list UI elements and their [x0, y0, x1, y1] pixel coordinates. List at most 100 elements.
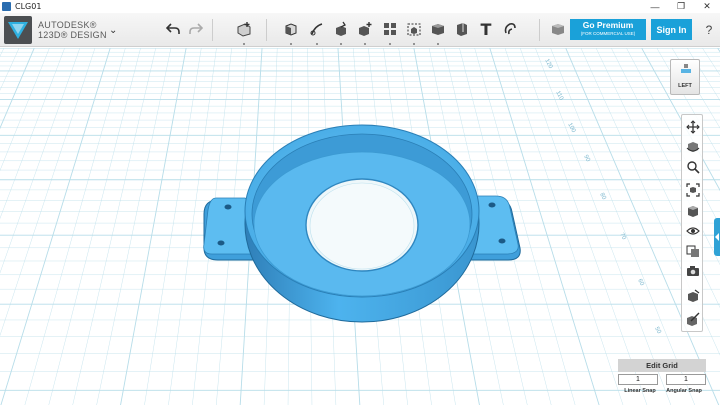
app-icon [2, 2, 11, 11]
sign-in-button[interactable]: Sign In [651, 19, 692, 40]
pan-icon [685, 119, 700, 134]
brand[interactable]: AUTODESK® 123D® DESIGN [4, 16, 107, 44]
toolbar-separator [266, 19, 267, 41]
pan-button[interactable] [684, 118, 701, 135]
restore-button[interactable]: ❐ [668, 0, 694, 13]
app-window: CLG01 — ❐ ✕ AUTODESK® 123D® DESIGN ⌄ T G… [0, 0, 720, 405]
brand-line2: 123D® DESIGN [38, 30, 107, 40]
submenu-dot [340, 43, 342, 45]
minimize-button[interactable]: — [642, 0, 668, 13]
measure-nav-button[interactable] [684, 287, 701, 304]
measure-button[interactable] [452, 19, 472, 39]
redo-icon [189, 23, 203, 34]
materials-brush-button[interactable] [684, 310, 701, 327]
text-button[interactable]: T [476, 19, 496, 39]
toolbar-separator [539, 19, 540, 41]
window-title: CLG01 [15, 2, 42, 11]
linear-snap-input[interactable] [618, 374, 658, 385]
pattern-button[interactable] [380, 19, 400, 45]
primitives-icon [285, 23, 297, 36]
text-icon: T [480, 19, 492, 39]
home-view-icon[interactable] [679, 63, 693, 77]
go-premium-button[interactable]: Go Premium (FOR COMMERCIAL USE) [570, 19, 646, 40]
navigation-bar [681, 114, 703, 332]
edit-grid-button[interactable]: Edit Grid [618, 359, 706, 372]
primitives-button[interactable] [281, 19, 301, 45]
undo-button[interactable] [163, 19, 183, 39]
go-premium-sublabel: (FOR COMMERCIAL USE) [580, 31, 636, 36]
grid-canvas: 1201101009080706050 [0, 48, 720, 405]
angular-snap-input[interactable] [666, 374, 706, 385]
visibility-icon [685, 226, 700, 235]
material-icon [552, 24, 564, 35]
measure-icon [687, 289, 699, 302]
material-button[interactable] [548, 19, 568, 39]
transform-icon [237, 22, 251, 37]
modify-icon [359, 22, 372, 36]
grouping-button[interactable] [404, 19, 424, 45]
brand-line1: AUTODESK® [38, 20, 97, 30]
angular-snap-label: Angular Snap [666, 388, 702, 394]
view-cube-face[interactable] [670, 59, 700, 95]
submenu-dot [290, 43, 292, 45]
ruler-label: 120 [543, 58, 553, 70]
submenu-dot [364, 43, 366, 45]
ruler-label: 110 [554, 90, 564, 102]
fit-icon [685, 182, 700, 197]
window-controls: — ❐ ✕ [642, 0, 720, 13]
window-titlebar: CLG01 — ❐ ✕ [0, 0, 720, 13]
go-premium-label: Go Premium [582, 20, 634, 30]
orbit-icon [686, 141, 699, 152]
close-button[interactable]: ✕ [694, 0, 720, 13]
zoom-icon [686, 160, 700, 174]
submenu-dot [413, 43, 415, 45]
grouping-icon [407, 23, 421, 36]
redo-button[interactable] [186, 19, 206, 39]
toolbar-separator [212, 19, 213, 41]
3d-viewport[interactable]: 120 110 100 90 80 70 60 50 [0, 48, 720, 405]
ruler-label: 100 [566, 122, 576, 134]
construct-icon [336, 21, 346, 36]
combine-icon [432, 24, 444, 35]
fit-button[interactable] [684, 181, 701, 198]
chevron-left-icon [715, 233, 719, 241]
materials-brush-icon [686, 312, 699, 326]
edit-grid-panel: Edit Grid Linear Snap Angular Snap [618, 359, 706, 401]
combine-button[interactable] [428, 19, 448, 45]
app-menu-chevron-icon[interactable]: ⌄ [109, 25, 117, 36]
undo-icon [166, 23, 180, 34]
sketch-button[interactable] [307, 19, 327, 45]
transform-button[interactable] [234, 19, 254, 45]
view-cube[interactable]: LEFT [670, 56, 700, 96]
view-mode-button[interactable] [684, 202, 701, 219]
view-mode-icon [687, 205, 698, 217]
ruler-label: 90 [582, 154, 591, 163]
autodesk-logo-icon [4, 16, 32, 44]
snap-button[interactable] [500, 19, 520, 39]
snapshot-icon [686, 265, 699, 276]
ruler-label: 50 [653, 326, 662, 335]
orbit-button[interactable] [684, 138, 701, 155]
sketch-icon [310, 23, 323, 36]
linear-snap-label: Linear Snap [624, 388, 656, 394]
ruler-label: 80 [598, 192, 607, 201]
zoom-button[interactable] [684, 158, 701, 175]
measure-icon [457, 23, 467, 36]
submenu-dot [389, 43, 391, 45]
submenu-dot [243, 43, 245, 45]
snap-icon [504, 23, 516, 35]
side-panel-toggle-tab[interactable] [714, 218, 720, 256]
visibility-button[interactable] [684, 222, 701, 239]
materials-icon [686, 245, 699, 257]
pattern-icon [384, 23, 396, 35]
submenu-dot [316, 43, 318, 45]
snapshot-button[interactable] [684, 262, 701, 279]
help-button[interactable]: ? [700, 19, 718, 40]
submenu-dot [437, 43, 439, 45]
ruler-label: 60 [636, 278, 645, 287]
3d-model-ring-bracket[interactable] [203, 124, 521, 323]
construct-button[interactable] [331, 19, 351, 45]
modify-button[interactable] [355, 19, 375, 45]
materials-button[interactable] [684, 242, 701, 259]
view-cube-label: LEFT [678, 83, 692, 89]
